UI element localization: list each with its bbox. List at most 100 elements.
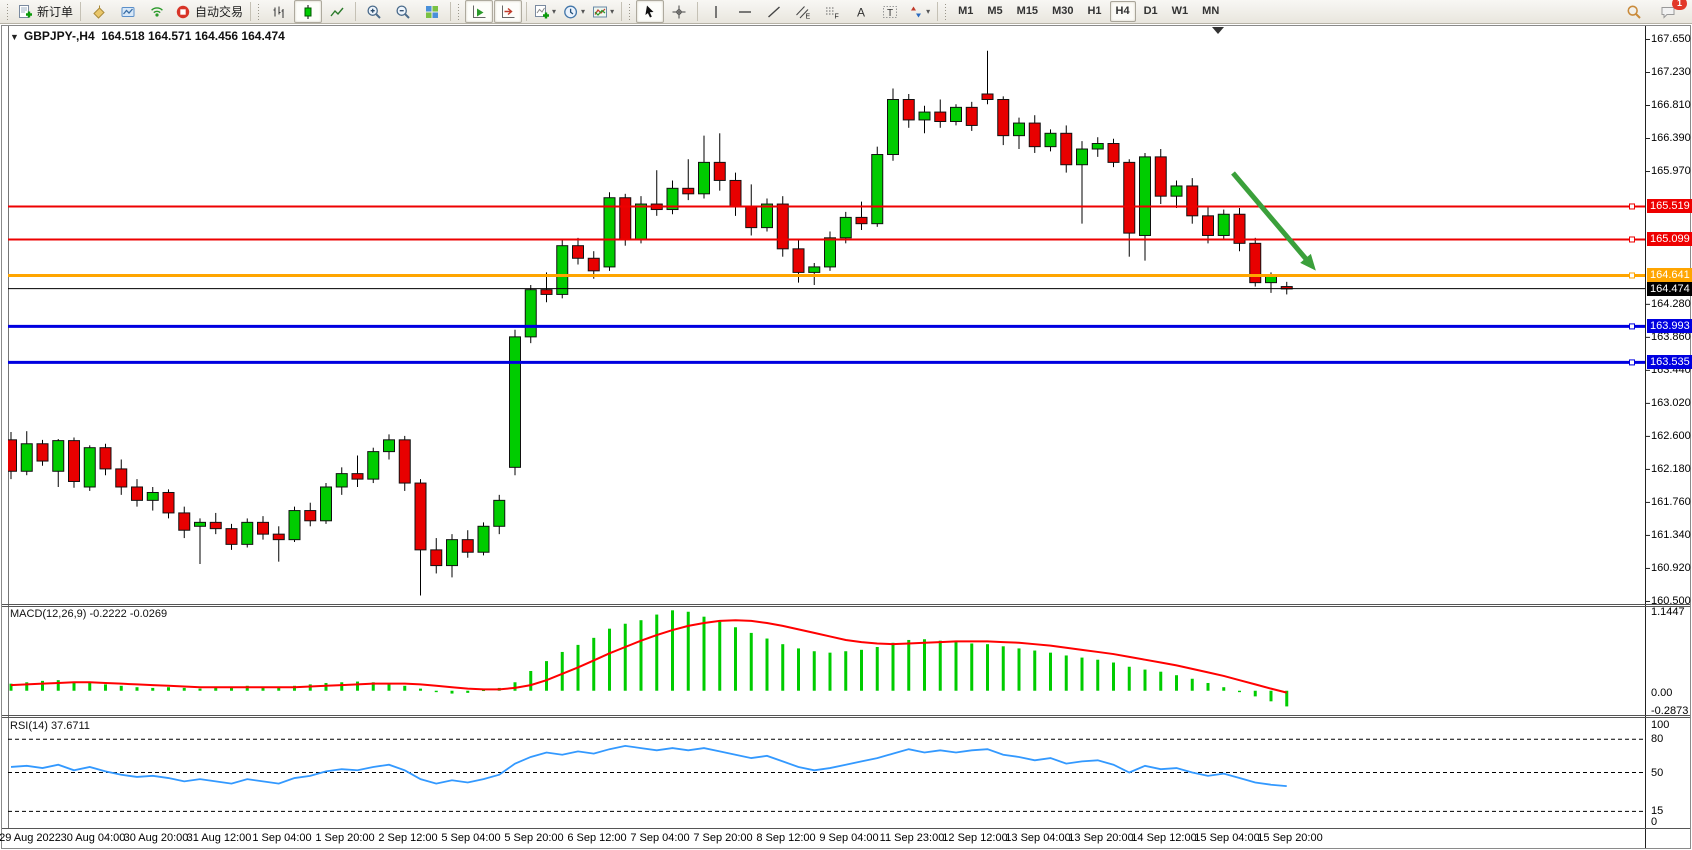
zoom-out-button[interactable] xyxy=(389,0,417,23)
candle-bull xyxy=(557,246,568,295)
candle-bear xyxy=(210,522,221,528)
macd-histogram-bar xyxy=(451,691,454,694)
macd-histogram-bar xyxy=(1033,651,1036,691)
candle-bull xyxy=(494,500,505,526)
candle-bull xyxy=(336,474,347,487)
candle-bull xyxy=(1140,157,1151,236)
toolbar-grip[interactable] xyxy=(7,4,10,20)
macd-histogram-bar xyxy=(671,610,674,690)
timeframe-button-m5[interactable]: M5 xyxy=(981,1,1008,22)
cursor-button[interactable] xyxy=(636,0,664,23)
toolbar-grip[interactable] xyxy=(458,4,461,20)
candle-bear xyxy=(793,249,804,273)
text-button[interactable]: A xyxy=(847,0,875,23)
text-label-button[interactable]: T xyxy=(876,0,904,23)
mt4-window: 新订单 自动交易 ▾ ▾ ▾ E xyxy=(0,0,1692,850)
macd-histogram-bar xyxy=(214,688,217,691)
macd-histogram-bar xyxy=(183,688,186,691)
rsi-axis-tick: 0 xyxy=(1651,816,1657,829)
candlestick-chart-button[interactable] xyxy=(294,0,322,23)
toolbar: 新订单 自动交易 ▾ ▾ ▾ E xyxy=(0,0,1692,24)
toolbar-grip[interactable] xyxy=(258,4,261,20)
vertical-line-button[interactable] xyxy=(702,0,730,23)
price-axis-tick: 165.970 xyxy=(1651,165,1691,178)
line-chart-button[interactable] xyxy=(323,0,351,23)
search-button[interactable] xyxy=(1620,0,1648,23)
toolbar-separator xyxy=(526,2,527,21)
signals-button[interactable] xyxy=(143,0,171,23)
bar-chart-button[interactable] xyxy=(265,0,293,23)
timeframe-button-h1[interactable]: H1 xyxy=(1081,1,1107,22)
styles-button[interactable] xyxy=(85,0,113,23)
candle-bear xyxy=(37,444,48,461)
collapse-arrow-icon[interactable]: ▼ xyxy=(10,32,19,42)
toolbar-grip[interactable] xyxy=(629,4,632,20)
toolbar-grip[interactable] xyxy=(945,4,948,20)
arrows-button[interactable]: ▾ xyxy=(905,0,933,23)
rsi-axis-tick: 100 xyxy=(1651,719,1669,732)
timeframe-button-m1[interactable]: M1 xyxy=(952,1,979,22)
macd-histogram-bar xyxy=(340,682,343,690)
price-level-label: 163.535 xyxy=(1647,355,1692,369)
horizontal-line-button[interactable] xyxy=(731,0,759,23)
tile-windows-icon xyxy=(424,4,440,20)
timeframe-button-w1[interactable]: W1 xyxy=(1166,1,1195,22)
candle-bear xyxy=(1187,186,1198,216)
zoom-in-button[interactable] xyxy=(360,0,388,23)
new-order-button[interactable]: 新订单 xyxy=(14,0,76,23)
macd-histogram-bar xyxy=(718,622,721,691)
notifications-button[interactable]: 1 xyxy=(1654,0,1682,23)
macd-histogram-bar xyxy=(199,689,202,691)
templates-button[interactable]: ▾ xyxy=(589,0,617,23)
candle-bear xyxy=(541,290,552,295)
candle-bear xyxy=(966,107,977,125)
macd-histogram-bar xyxy=(561,652,564,691)
macd-histogram-bar xyxy=(356,682,359,691)
candle-bear xyxy=(258,522,269,534)
candle-bear xyxy=(179,513,190,530)
candle-bear xyxy=(714,162,725,180)
candle-bear xyxy=(746,206,757,227)
crosshair-icon xyxy=(671,4,687,20)
auto-scroll-button[interactable] xyxy=(465,0,493,23)
time-axis-label: 30 Aug 04:00 xyxy=(61,832,126,844)
macd-histogram-bar xyxy=(419,689,422,691)
profiles-button[interactable] xyxy=(114,0,142,23)
timeframe-button-mn[interactable]: MN xyxy=(1196,1,1225,22)
candle-bear xyxy=(588,258,599,271)
candle-bear xyxy=(69,441,80,482)
tile-windows-button[interactable] xyxy=(418,0,446,23)
crosshair-button[interactable] xyxy=(665,0,693,23)
candle-bull xyxy=(289,511,300,540)
timeframe-button-d1[interactable]: D1 xyxy=(1138,1,1164,22)
macd-histogram-bar xyxy=(466,691,469,693)
fibonacci-button[interactable]: F xyxy=(818,0,846,23)
macd-histogram-bar xyxy=(1002,646,1005,690)
timeframe-button-h4[interactable]: H4 xyxy=(1110,1,1136,22)
macd-histogram-bar xyxy=(703,617,706,691)
candle-bull xyxy=(478,526,489,552)
time-axis-label: 6 Sep 12:00 xyxy=(567,832,626,844)
timeframe-button-m15[interactable]: M15 xyxy=(1011,1,1044,22)
candle-bull xyxy=(368,452,379,480)
chart-canvas[interactable] xyxy=(0,0,1692,850)
chart-title: ▼GBPJPY-,H4 164.518 164.571 164.456 164.… xyxy=(10,29,285,43)
trendline-button[interactable] xyxy=(760,0,788,23)
candle-bear xyxy=(399,440,410,483)
candle-bull xyxy=(699,162,710,193)
autotrading-button[interactable]: 自动交易 xyxy=(172,0,246,23)
macd-histogram-bar xyxy=(104,684,107,690)
periods-button[interactable]: ▾ xyxy=(560,0,588,23)
autotrading-icon xyxy=(175,4,191,20)
bar-chart-icon xyxy=(271,4,287,20)
time-axis-label: 1 Sep 20:00 xyxy=(315,832,374,844)
timeframe-button-m30[interactable]: M30 xyxy=(1046,1,1079,22)
equidistant-channel-button[interactable]: E xyxy=(789,0,817,23)
macd-histogram-bar xyxy=(860,650,863,691)
macd-histogram-bar xyxy=(1018,648,1021,690)
candle-bear xyxy=(620,198,631,240)
time-axis-label: 5 Sep 20:00 xyxy=(504,832,563,844)
indicators-button[interactable]: ▾ xyxy=(531,0,559,23)
chart-shift-button[interactable] xyxy=(494,0,522,23)
candle-bear xyxy=(273,534,284,540)
